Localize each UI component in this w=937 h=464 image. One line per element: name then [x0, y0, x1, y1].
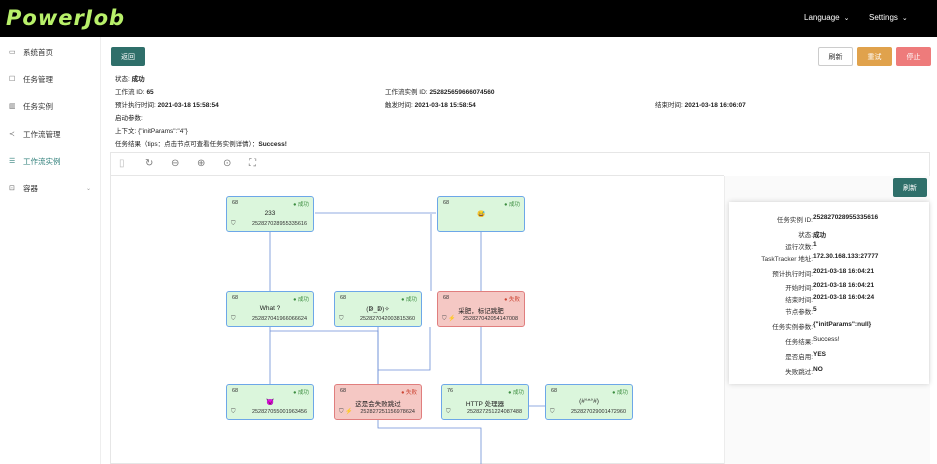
node-name: 采肥，标记跳肥: [458, 308, 504, 315]
node-status: ● 成功: [504, 202, 520, 208]
detail-key: 运行次数:: [785, 244, 813, 251]
task-instance-detail-card: 任务实例 ID: 252827028955335616 状态: 成功 运行次数: 1 …: [729, 202, 929, 384]
detail-value: 成功: [813, 232, 826, 239]
shield-icon: ⛉: [231, 221, 236, 227]
edge: [377, 420, 482, 464]
detail-key: 任务实例参数:: [772, 324, 813, 331]
detail-key: 状态:: [798, 232, 813, 239]
workflow-node[interactable]: 68 ● 成功 😈 ⛉ 252827055001963456: [226, 384, 314, 420]
detail-value: {"initParams":null}: [813, 321, 872, 328]
node-instance-id: 252827251224087488: [466, 409, 522, 415]
node-status: ● 成功: [293, 297, 309, 303]
detail-refresh-button[interactable]: 刷新: [893, 178, 927, 197]
detail-value: 2021-03-18 16:04:21: [813, 282, 875, 289]
node-instance-id: 252827042003815360: [359, 316, 415, 322]
node-status: ● 成功: [612, 390, 628, 396]
workflow-node[interactable]: 68 ● 失败 这是会失败跳过 ⛉ ⚡ 252827251156978624: [334, 384, 422, 420]
node-instance-id: 252827042054147008: [462, 316, 518, 322]
detail-key: 是否启用:: [785, 354, 813, 361]
detail-key: 开始时间:: [785, 285, 813, 292]
detail-value: 2021-03-18 16:04:24: [813, 294, 875, 301]
node-id: 76: [447, 388, 454, 394]
workflow-node[interactable]: 68 ● 成功 233 ⛉ 252827028955335616: [226, 196, 314, 232]
detail-value: YES: [813, 351, 827, 358]
node-name: 233: [264, 210, 276, 217]
node-instance-id: 252827055001963456: [251, 409, 307, 415]
node-name: HTTP 处理器: [465, 401, 505, 408]
node-status: ● 成功: [401, 297, 417, 303]
node-status: ● 失败: [504, 297, 520, 303]
node-name: (#°^°#): [579, 398, 599, 405]
workflow-node[interactable]: 68 ● 成功 (#°^°#) ⛉ 252827029001472960: [545, 384, 633, 420]
shield-icon: ⛉: [231, 316, 236, 322]
node-name: 这是会失败跳过: [355, 401, 401, 408]
node-status: ● 成功: [293, 202, 309, 208]
shield-icon: ⛉ ⚡: [339, 409, 353, 415]
detail-value: 1: [813, 241, 817, 248]
node-id: 68: [551, 388, 558, 394]
shield-icon: ⛉ ⚡: [442, 316, 456, 322]
shield-icon: ⛉: [339, 316, 344, 322]
node-name: 😅: [476, 211, 486, 218]
node-instance-id: 252827029001472960: [570, 409, 626, 415]
node-id: 68: [232, 200, 239, 206]
node-status: ● 成功: [508, 390, 524, 396]
node-instance-id: 252827041966066624: [251, 316, 307, 322]
workflow-node[interactable]: 68 ● 失败 采肥，标记跳肥 ⛉ ⚡ 252827042054147008: [437, 291, 525, 327]
detail-key: 结束时间:: [785, 297, 813, 304]
edge: [270, 330, 379, 384]
detail-key: 失败跳过:: [785, 369, 813, 376]
node-id: 68: [340, 295, 347, 301]
detail-key: TaskTracker 地址:: [761, 256, 813, 263]
edge: [378, 327, 431, 371]
node-name: (ↁ_ↁ)✧: [366, 306, 390, 313]
node-id: 68: [232, 295, 239, 301]
workflow-node[interactable]: 68 ● 成功 😅: [437, 196, 525, 232]
detail-value: 252827028955335616: [813, 214, 879, 221]
node-id: 68: [443, 200, 450, 206]
node-name: 😈: [265, 399, 275, 406]
node-id: 68: [340, 388, 347, 394]
node-status: ● 成功: [293, 390, 309, 396]
workflow-node[interactable]: 76 ● 成功 HTTP 处理器 ⛉ 252827251224087488: [441, 384, 529, 420]
workflow-node[interactable]: 68 ● 成功 What ? ⛉ 252827041966066624: [226, 291, 314, 327]
detail-key: 节点参数:: [785, 309, 813, 316]
shield-icon: ⛉: [231, 409, 236, 415]
shield-icon: ⛉: [550, 409, 555, 415]
detail-value: Success!: [813, 336, 840, 343]
detail-value: 2021-03-18 16:04:21: [813, 268, 875, 275]
detail-value: 5: [813, 306, 817, 313]
node-instance-id: 252827251156978624: [360, 409, 415, 415]
node-status: ● 失败: [401, 390, 417, 396]
shield-icon: ⛉: [446, 409, 451, 415]
detail-key: 任务结果:: [785, 339, 813, 346]
node-id: 68: [232, 388, 239, 394]
node-name: What ?: [259, 305, 281, 312]
detail-key: 预计执行时间:: [772, 271, 813, 278]
workflow-node[interactable]: 68 ● 成功 (ↁ_ↁ)✧ ⛉ 252827042003815360: [334, 291, 422, 327]
node-instance-id: 252827028955335616: [251, 221, 307, 227]
detail-value: 172.30.168.133:27777: [813, 253, 879, 260]
detail-key: 任务实例 ID:: [776, 217, 813, 224]
node-id: 68: [443, 295, 450, 301]
detail-value: NO: [813, 366, 823, 373]
